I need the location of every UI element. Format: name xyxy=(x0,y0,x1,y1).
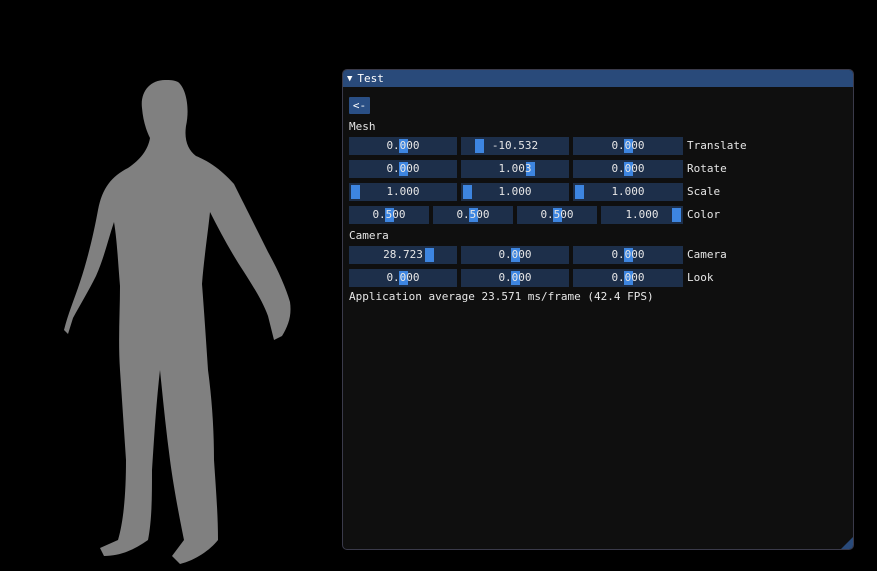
look-label: Look xyxy=(687,271,714,284)
slider-grab[interactable] xyxy=(672,208,681,222)
test-window[interactable]: ▼ Test <- Mesh 0.000 -10.532 0.000 Trans… xyxy=(342,69,854,550)
color-g-slider[interactable]: 0.500 xyxy=(433,206,513,224)
slider-grab[interactable] xyxy=(475,139,485,153)
color-row: 0.500 0.500 0.500 1.000 Color xyxy=(349,206,849,224)
fps-status-text: Application average 23.571 ms/frame (42.… xyxy=(349,290,654,303)
rotate-z-slider[interactable]: 0.000 xyxy=(573,160,683,178)
scale-label: Scale xyxy=(687,185,721,198)
rotate-label: Rotate xyxy=(687,162,727,175)
look-row: 0.000 0.000 0.000 Look xyxy=(349,269,849,287)
window-title-bar[interactable]: ▼ Test xyxy=(343,70,853,87)
camera-z-slider[interactable]: 0.000 xyxy=(573,246,683,264)
translate-label: Translate xyxy=(687,139,747,152)
human-mesh-model xyxy=(64,80,291,564)
camera-label: Camera xyxy=(687,248,727,261)
translate-row: 0.000 -10.532 0.000 Translate xyxy=(349,137,849,155)
slider-grab[interactable] xyxy=(425,248,435,262)
triangle-down-icon[interactable]: ▼ xyxy=(347,74,352,84)
back-button[interactable]: <- xyxy=(349,97,370,114)
rotate-x-slider[interactable]: 0.000 xyxy=(349,160,457,178)
camera-row: 28.723 0.000 0.000 Camera xyxy=(349,246,849,264)
translate-x-slider[interactable]: 0.000 xyxy=(349,137,457,155)
look-y-slider[interactable]: 0.000 xyxy=(461,269,569,287)
rotate-y-slider[interactable]: 1.003 xyxy=(461,160,569,178)
slider-grab[interactable] xyxy=(463,185,472,199)
color-label: Color xyxy=(687,208,721,221)
rotate-row: 0.000 1.003 0.000 Rotate xyxy=(349,160,849,178)
window-title: Test xyxy=(357,72,384,85)
resize-grip-icon[interactable] xyxy=(841,537,853,549)
camera-y-slider[interactable]: 0.000 xyxy=(461,246,569,264)
color-b-slider[interactable]: 0.500 xyxy=(517,206,597,224)
translate-z-slider[interactable]: 0.000 xyxy=(573,137,683,155)
look-z-slider[interactable]: 0.000 xyxy=(573,269,683,287)
scale-x-slider[interactable]: 1.000 xyxy=(349,183,457,201)
scale-y-slider[interactable]: 1.000 xyxy=(461,183,569,201)
slider-grab[interactable] xyxy=(575,185,584,199)
color-a-slider[interactable]: 1.000 xyxy=(601,206,683,224)
camera-section-heading: Camera xyxy=(349,229,389,242)
translate-y-slider[interactable]: -10.532 xyxy=(461,137,569,155)
look-x-slider[interactable]: 0.000 xyxy=(349,269,457,287)
color-r-slider[interactable]: 0.500 xyxy=(349,206,429,224)
slider-grab[interactable] xyxy=(351,185,360,199)
scale-z-slider[interactable]: 1.000 xyxy=(573,183,683,201)
scale-row: 1.000 1.000 1.000 Scale xyxy=(349,183,849,201)
mesh-section-heading: Mesh xyxy=(349,120,376,133)
3d-viewport[interactable] xyxy=(0,0,340,571)
camera-x-slider[interactable]: 28.723 xyxy=(349,246,457,264)
